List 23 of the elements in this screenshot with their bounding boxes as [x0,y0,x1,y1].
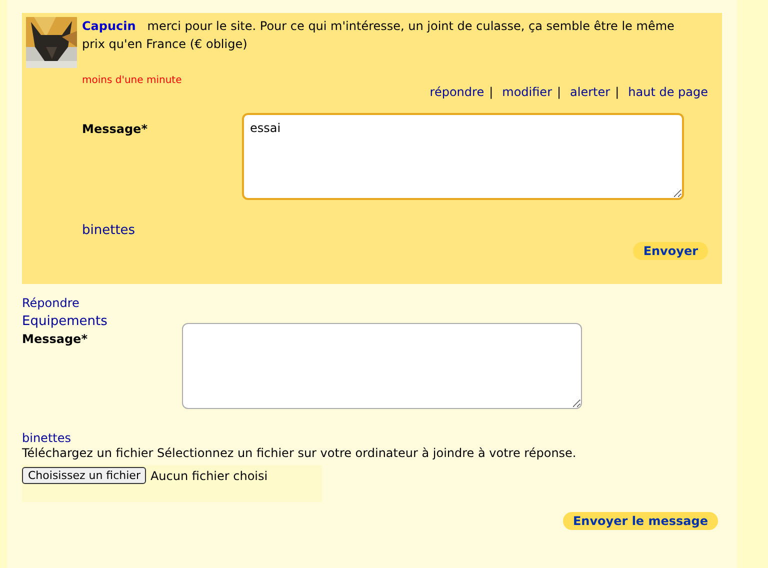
post-action-link[interactable]: modifier [502,85,552,99]
separator: | [557,85,562,99]
post-text: Capucin merci pour le site. Pour ce qui m'intéresse, un joint de culasse, ça semble être le même prix qu'en France (€ oblige) [82,18,676,53]
smileys-link[interactable]: binettes [22,431,71,445]
send-message-button[interactable]: Envoyer le message [562,512,718,530]
separator: | [489,85,494,99]
send-button[interactable]: Envoyer [633,242,708,260]
post-time: moins d'une minute [82,75,183,86]
message-field[interactable] [182,323,582,409]
author-link[interactable]: Capucin [82,19,136,33]
post-action-link[interactable]: répondre [430,85,484,99]
message-label: Message* [22,332,88,346]
post-action-link[interactable]: alerter [570,85,610,99]
forum-link[interactable]: Equipements [22,314,108,329]
file-status: Aucun fichier choisi [150,469,268,483]
smileys-link[interactable]: binettes [82,223,708,238]
message-label: Message* [82,122,148,136]
separator: | [615,85,620,99]
post-action-link[interactable]: haut de page [628,85,708,99]
choose-file-button[interactable]: Choisissez un fichier [22,467,146,484]
reply-link[interactable]: Répondre [22,296,80,310]
upload-instructions: Téléchargez un fichier Sélectionnez un fichier sur votre ordinateur à joindre à votre réponse. [22,446,576,460]
message-field[interactable]: essai [242,113,684,200]
